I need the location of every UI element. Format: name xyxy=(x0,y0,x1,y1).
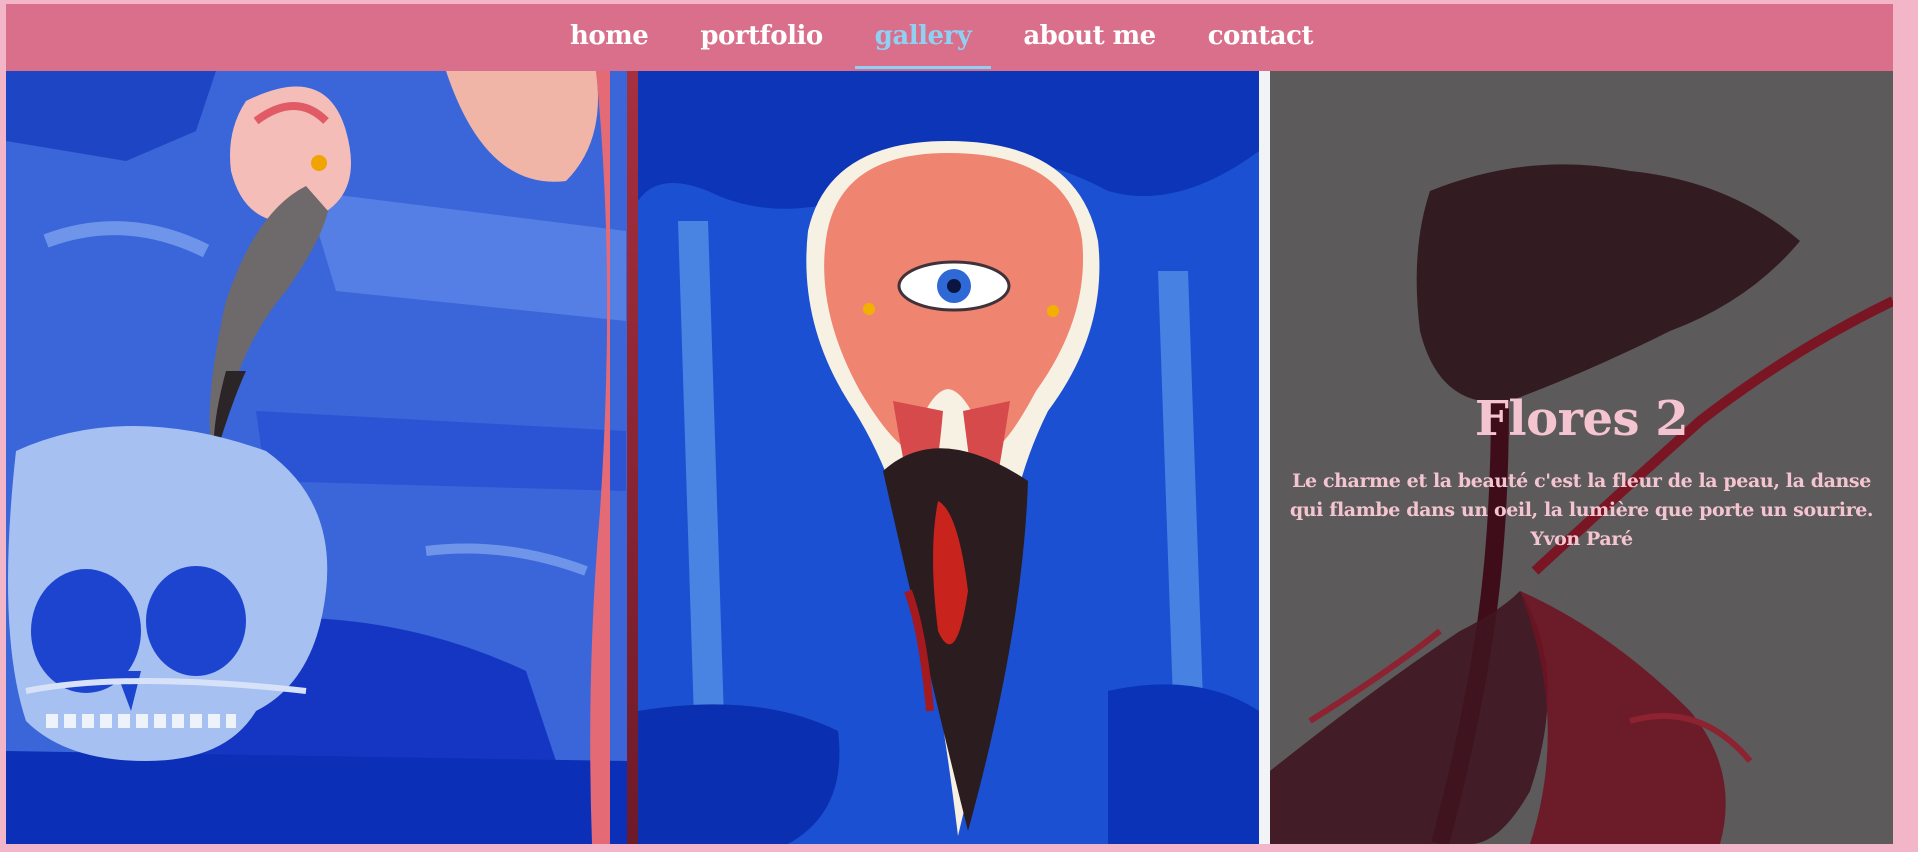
gallery-painting-flamingo-skull[interactable] xyxy=(6,71,627,844)
nav-portfolio-link[interactable]: portfolio xyxy=(674,7,848,69)
gallery-painting-flores-2[interactable]: Flores 2 Le charme et la beauté c'est la… xyxy=(1270,71,1893,844)
nav-about-me-link[interactable]: about me xyxy=(997,7,1181,69)
painting-flamingo-eye-image xyxy=(638,71,1259,844)
painting-caption: Flores 2 Le charme et la beauté c'est la… xyxy=(1270,391,1893,554)
nav-contact-link[interactable]: contact xyxy=(1182,7,1339,69)
panel-divider xyxy=(627,71,638,844)
nav-list: home portfolio gallery about me contact xyxy=(544,7,1339,69)
browser-viewport: home portfolio gallery about me contact xyxy=(6,4,1893,844)
nav-home-link[interactable]: home xyxy=(544,7,674,69)
painting-flamingo-skull-image xyxy=(6,71,627,844)
painting-title: Flores 2 xyxy=(1474,391,1689,447)
painting-quote: Le charme et la beauté c'est la fleur de… xyxy=(1289,470,1874,550)
top-navigation: home portfolio gallery about me contact xyxy=(6,4,1893,71)
panel-divider xyxy=(1259,71,1270,844)
nav-gallery-link[interactable]: gallery xyxy=(849,7,998,69)
gallery-painting-flamingo-eye[interactable] xyxy=(638,71,1259,844)
